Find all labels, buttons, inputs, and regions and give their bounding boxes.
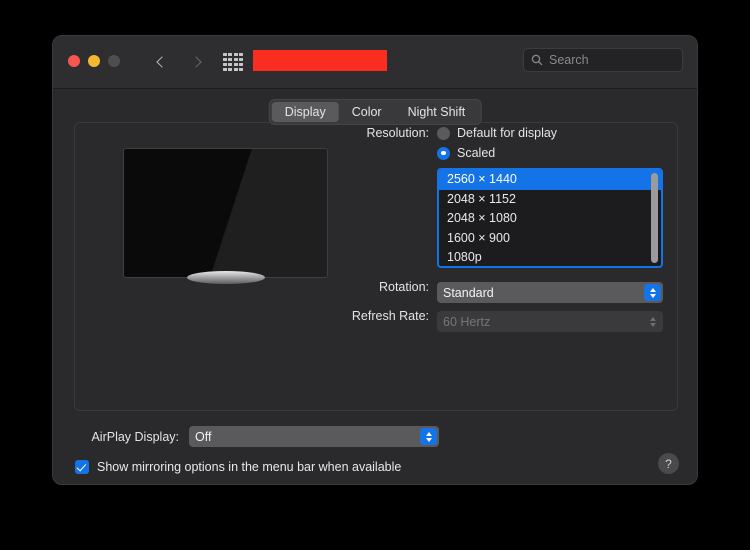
window-toolbar: Search: [53, 36, 697, 89]
window-title-redaction: [253, 50, 387, 71]
resolution-label: Resolution:: [366, 126, 429, 140]
help-button[interactable]: ?: [658, 453, 679, 474]
search-field[interactable]: Search: [523, 48, 683, 72]
monitor-gloss: [124, 149, 327, 277]
back-button[interactable]: [151, 50, 173, 74]
chevron-right-icon: [190, 56, 202, 68]
airplay-display-label: AirPlay Display:: [91, 429, 179, 444]
rotation-value: Standard: [443, 285, 494, 300]
list-item[interactable]: 1080i: [439, 268, 661, 269]
list-item[interactable]: 1080p: [439, 248, 661, 266]
forward-button: [185, 50, 207, 74]
radio-scaled[interactable]: Scaled: [437, 143, 663, 163]
resolution-list-scrollbar[interactable]: [651, 173, 658, 263]
display-monitor-icon: [123, 148, 328, 284]
search-icon: [531, 54, 543, 66]
traffic-light-buttons: [68, 55, 120, 67]
list-item[interactable]: 2048 × 1152: [439, 190, 661, 210]
chevron-updown-icon: [644, 284, 661, 301]
show-mirroring-options-checkbox[interactable]: Show mirroring options in the menu bar w…: [75, 460, 401, 474]
close-button[interactable]: [68, 55, 80, 67]
airplay-display-value: Off: [195, 429, 212, 444]
display-preferences-content: Display Color Night Shift Resolution: De…: [53, 89, 697, 484]
minimize-button[interactable]: [88, 55, 100, 67]
refresh-rate-label: Refresh Rate:: [351, 309, 429, 323]
radio-icon-default: [437, 126, 450, 140]
search-placeholder: Search: [549, 53, 589, 67]
rotation-popup-button[interactable]: Standard: [437, 282, 663, 303]
radio-default-for-display[interactable]: Default for display: [437, 123, 663, 143]
resolution-list[interactable]: 2560 × 1440 2048 × 1152 2048 × 1080 1600…: [437, 168, 663, 268]
tab-color[interactable]: Color: [339, 102, 395, 122]
show-all-grid-icon[interactable]: [223, 53, 243, 71]
system-preferences-window: Search Display Color Night Shift Resolut…: [52, 35, 698, 485]
rotation-label: Rotation:: [378, 280, 429, 294]
tab-night-shift[interactable]: Night Shift: [395, 102, 479, 122]
radio-label-scaled: Scaled: [457, 146, 496, 160]
airplay-display-popup-button[interactable]: Off: [189, 426, 439, 447]
list-item[interactable]: 2048 × 1080: [439, 209, 661, 229]
refresh-rate-value: 60 Hertz: [443, 314, 491, 329]
resolution-controls: Default for display Scaled 2560 × 1440 2…: [437, 123, 663, 268]
list-item[interactable]: 2560 × 1440: [439, 170, 661, 190]
monitor-screen: [123, 148, 328, 278]
monitor-base: [186, 271, 265, 284]
rotation-row: Rotation: Standard: [343, 277, 663, 303]
chevron-updown-icon: [644, 313, 661, 330]
radio-label-default: Default for display: [457, 126, 558, 140]
refresh-rate-popup-button: 60 Hertz: [437, 311, 663, 332]
refresh-rate-row: Refresh Rate: 60 Hertz: [343, 306, 663, 332]
resolution-row: Resolution: Default for display Scaled 2…: [343, 123, 663, 268]
radio-icon-scaled: [437, 146, 450, 160]
airplay-display-row: AirPlay Display: Off: [74, 426, 439, 447]
show-mirroring-options-label: Show mirroring options in the menu bar w…: [97, 460, 402, 474]
display-settings-panel: Resolution: Default for display Scaled 2…: [74, 122, 678, 411]
zoom-button: [108, 55, 120, 67]
list-item[interactable]: 1600 × 900: [439, 229, 661, 249]
chevron-left-icon: [156, 56, 168, 68]
display-form: Resolution: Default for display Scaled 2…: [343, 123, 663, 332]
checkbox-icon-checked: [75, 460, 89, 474]
chevron-updown-icon: [420, 428, 437, 445]
tab-display[interactable]: Display: [271, 102, 339, 122]
